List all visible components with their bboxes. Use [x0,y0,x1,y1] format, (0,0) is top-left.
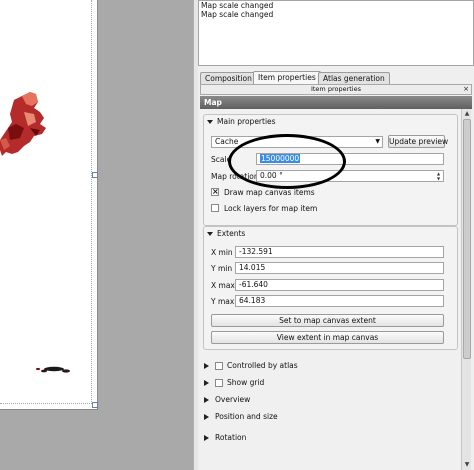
y-min-input[interactable]: 14.015 [235,262,444,274]
collapse-arrow-icon[interactable] [207,120,213,124]
section-label: Overview [215,395,251,404]
x-min-label: X min [211,248,233,257]
tab-atlas-generation[interactable]: Atlas generation [318,72,390,84]
section-overview[interactable]: Overview [204,394,250,406]
group-title-main-properties: Main properties [217,117,276,126]
properties-scroll-area: Main properties Cache ▼ Update preview S… [200,109,460,470]
section-label: Rotation [215,433,247,442]
draw-canvas-items-label: Draw map canvas items [224,188,315,197]
y-max-input[interactable]: 64.183 [235,295,444,307]
resize-handle-mid-right[interactable] [92,172,98,178]
section-header-map: Map [200,96,472,109]
x-max-input[interactable]: -61.640 [235,279,444,291]
section-label: Controlled by atlas [227,361,298,370]
section-label: Show grid [227,378,265,387]
scrollbar-thumb[interactable] [463,119,471,359]
map-rotation-label: Map rotation [211,172,259,181]
composition-paper[interactable] [0,0,98,410]
x-max-label: X max [211,281,235,290]
group-main-properties: Main properties Cache ▼ Update preview S… [203,114,458,226]
section-show-grid[interactable]: Show grid [204,377,264,389]
scroll-down-icon[interactable]: ▼ [462,460,472,470]
map-feature-northeast [0,92,46,156]
tab-item-properties[interactable]: Item properties [253,71,321,84]
composer-canvas[interactable] [0,0,193,470]
expand-arrow-icon[interactable] [204,414,209,420]
tab-composition[interactable]: Composition [200,72,257,84]
controlled-by-atlas-checkbox[interactable] [215,362,223,370]
lock-layers-checkbox[interactable] [211,204,219,212]
expand-arrow-icon[interactable] [204,435,209,441]
chevron-down-icon: ▼ [375,138,380,145]
spin-arrows-icon[interactable]: ▲ ▼ [435,171,442,181]
log-line: Map scale changed [201,10,274,19]
vertical-scrollbar[interactable]: ▲ ▼ [461,109,471,470]
section-label: Position and size [215,412,278,421]
group-header-main-properties[interactable]: Main properties [207,117,276,126]
section-controlled-by-atlas[interactable]: Controlled by atlas [204,360,298,372]
view-extent-in-canvas-button[interactable]: View extent in map canvas [211,331,444,344]
collapse-arrow-icon[interactable] [207,232,213,236]
lock-layers-label: Lock layers for map item [224,204,318,213]
message-log: Map scale changed Map scale changed [198,0,474,66]
x-min-input[interactable]: -132.591 [235,246,444,258]
y-min-label: Y min [211,264,233,273]
update-preview-button[interactable]: Update preview [388,135,448,148]
group-title-extents: Extents [217,229,246,238]
preview-mode-select[interactable]: Cache ▼ [211,136,383,148]
resize-handle-bottom-right[interactable] [92,402,98,408]
preview-mode-value: Cache [215,137,239,146]
scroll-up-icon[interactable]: ▲ [462,109,472,119]
set-to-canvas-extent-button[interactable]: Set to map canvas extent [211,314,444,327]
dock-title-text: Item properties [310,85,362,93]
dock-titlebar: Item properties × [200,84,472,95]
section-position-and-size[interactable]: Position and size [204,411,278,423]
map-rendering [0,92,70,373]
map-rotation-spinbox[interactable]: 0.00 ° ▲ ▼ [256,170,444,182]
section-rotation[interactable]: Rotation [204,432,246,444]
draw-canvas-items-checkbox[interactable]: × [211,188,219,196]
map-rotation-value: 0.00 ° [260,171,283,180]
properties-panel: Map scale changed Map scale changed Comp… [198,0,474,470]
scale-label: Scale [211,155,232,164]
y-max-label: Y max [211,297,235,306]
group-header-extents[interactable]: Extents [207,229,245,238]
group-extents: Extents X min -132.591 Y min 14.015 X ma… [203,226,458,350]
expand-arrow-icon[interactable] [204,363,209,369]
scale-input[interactable]: 15000000 [256,153,444,165]
expand-arrow-icon[interactable] [204,397,209,403]
log-line: Map scale changed [201,1,274,10]
expand-arrow-icon[interactable] [204,380,209,386]
scale-value: 15000000 [260,154,301,163]
close-icon[interactable]: × [463,85,469,94]
show-grid-checkbox[interactable] [215,379,223,387]
map-feature-islands [36,366,70,373]
